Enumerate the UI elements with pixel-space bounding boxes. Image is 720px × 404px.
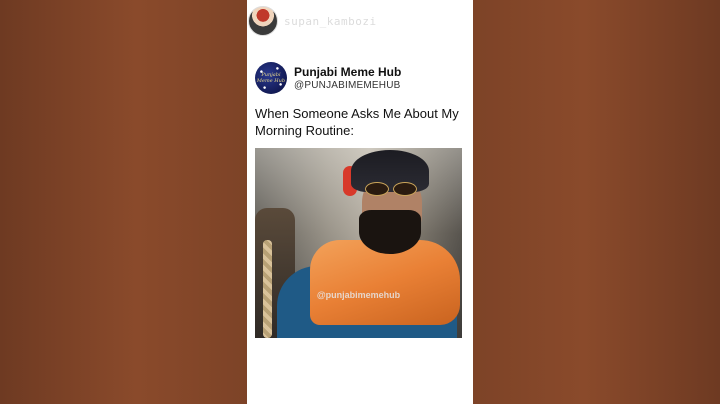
tweet-display-name: Punjabi Meme Hub	[294, 64, 402, 79]
media-person-beard	[359, 210, 421, 254]
media-stick	[263, 240, 272, 338]
short-video-frame[interactable]: supan_kambozi Punjabi Meme Hub Punjabi M…	[247, 0, 473, 404]
tweet-handle: @PUNJABIMEMEHUB	[294, 79, 401, 91]
channel-username[interactable]: supan_kambozi	[284, 15, 377, 28]
tweet-text: When Someone Asks Me About My Morning Ro…	[255, 106, 459, 138]
avatar-logo-text: Punjabi Meme Hub	[256, 72, 286, 84]
left-background	[0, 0, 247, 404]
media-watermark: @punjabimemehub	[316, 290, 401, 300]
tweet-avatar: Punjabi Meme Hub	[255, 62, 287, 94]
channel-header: supan_kambozi	[247, 4, 377, 38]
sunglasses-icon	[365, 182, 417, 196]
channel-avatar[interactable]	[248, 6, 278, 36]
tweet-media-image: @punjabimemehub	[255, 148, 462, 338]
right-background	[473, 0, 720, 404]
tweet-author: Punjabi Meme Hub @PUNJABIMEMEHUB	[294, 65, 401, 92]
tweet-header: Punjabi Meme Hub Punjabi Meme Hub @PUNJA…	[255, 62, 401, 94]
